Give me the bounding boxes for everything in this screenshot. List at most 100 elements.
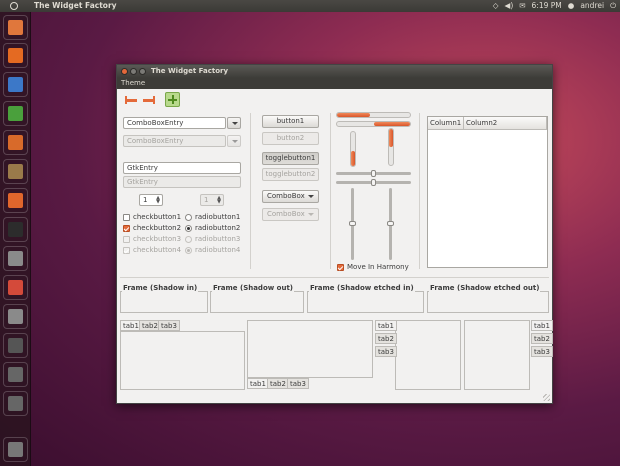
launcher-zoom-in[interactable] xyxy=(3,362,28,387)
tab-bottom-2[interactable]: tab2 xyxy=(267,378,289,389)
combobox-disabled: ComboBox xyxy=(262,208,319,221)
resize-grip[interactable] xyxy=(543,394,550,401)
checkbutton-label: checkbutton1 xyxy=(133,213,182,221)
checkbutton-1[interactable]: checkbutton1 xyxy=(123,213,181,221)
launcher-shotwell[interactable] xyxy=(3,159,28,184)
zoom-fit-icon xyxy=(8,396,23,411)
user-icon[interactable]: ● xyxy=(568,0,575,12)
notebook-right-page xyxy=(464,320,530,390)
launcher xyxy=(0,12,31,466)
slider-knob[interactable] xyxy=(349,221,356,226)
mail-icon[interactable]: ✉ xyxy=(519,0,525,12)
hscale-1[interactable] xyxy=(336,170,411,177)
move-in-harmony-label: Move In Harmony xyxy=(347,263,409,271)
hscale-2[interactable] xyxy=(336,179,411,186)
checkbox xyxy=(123,246,130,254)
clock[interactable]: 6:19 PM xyxy=(532,0,562,12)
power-icon[interactable]: ⏻ xyxy=(610,0,616,12)
togglebutton2-disabled: togglebutton2 xyxy=(262,168,319,181)
goto-last-icon[interactable] xyxy=(143,96,155,104)
ubuntu-logo-icon[interactable] xyxy=(10,2,18,10)
separator xyxy=(120,277,549,278)
combobox-entry[interactable]: ComboBoxEntry xyxy=(123,117,226,129)
column-header-2[interactable]: Column2 xyxy=(464,117,547,130)
move-in-harmony-checkbox[interactable] xyxy=(337,263,344,271)
tab-right-3[interactable]: tab3 xyxy=(531,346,553,357)
vscale-2[interactable] xyxy=(387,188,394,260)
checkbox[interactable] xyxy=(123,224,130,232)
slider-knob[interactable] xyxy=(371,170,376,177)
goto-first-icon[interactable] xyxy=(125,96,137,104)
volume-icon[interactable]: ◀) xyxy=(505,0,514,12)
checkbox[interactable] xyxy=(123,213,130,221)
checkbutton-4: checkbutton4 xyxy=(123,246,181,254)
tab-right-2[interactable]: tab2 xyxy=(531,333,553,344)
radiobutton-2[interactable]: radiobutton2 xyxy=(185,224,240,232)
network-icon[interactable]: ◇ xyxy=(493,0,499,12)
spin-button[interactable]: 1 ▲ ▼ xyxy=(139,194,163,206)
top-panel: The Widget Factory ◇ ◀) ✉ 6:19 PM ● andr… xyxy=(0,0,620,12)
window-titlebar[interactable]: The Widget Factory xyxy=(117,65,552,78)
tab-top-3[interactable]: tab3 xyxy=(158,320,180,331)
radiobutton-1[interactable]: radiobutton1 xyxy=(185,213,240,221)
add-icon[interactable] xyxy=(165,92,180,107)
launcher-workspace-switcher[interactable] xyxy=(3,333,28,358)
progress-fill xyxy=(389,129,393,147)
move-in-harmony-check[interactable]: Move In Harmony xyxy=(337,263,409,271)
launcher-help[interactable] xyxy=(3,304,28,329)
user-name[interactable]: andrei xyxy=(580,0,604,12)
launcher-ubuntu-software-center[interactable] xyxy=(3,188,28,213)
libreoffice-calc-icon xyxy=(8,106,23,121)
close-button[interactable] xyxy=(121,68,128,75)
slider-knob[interactable] xyxy=(387,221,394,226)
tab-left-2[interactable]: tab2 xyxy=(375,333,397,344)
spin-button-disabled: 1 ▲ ▼ xyxy=(200,194,224,206)
progress-fill xyxy=(351,150,355,166)
spin-value-disabled: 1 xyxy=(204,196,209,204)
launcher-zoom-fit[interactable] xyxy=(3,391,28,416)
checkbox xyxy=(123,235,130,243)
radio[interactable] xyxy=(185,213,192,221)
column-header-1[interactable]: Column1 xyxy=(428,117,464,130)
combobox-entry-disabled: ComboBoxEntry xyxy=(123,135,226,147)
launcher-firefox[interactable] xyxy=(3,43,28,68)
radio[interactable] xyxy=(185,224,192,232)
zoom-in-icon xyxy=(8,367,23,382)
spin-arrows-icon[interactable]: ▲ ▼ xyxy=(156,196,160,205)
minimize-button[interactable] xyxy=(130,68,137,75)
launcher-trash[interactable] xyxy=(3,437,28,462)
tab-bottom-3[interactable]: tab3 xyxy=(287,378,309,389)
button1[interactable]: button1 xyxy=(262,115,319,128)
widget-factory-window: The Widget Factory Theme ComboBoxEntry C… xyxy=(116,64,553,404)
gtk-entry[interactable]: GtkEntry xyxy=(123,162,241,174)
slider-knob[interactable] xyxy=(371,179,376,186)
radio xyxy=(185,246,192,254)
togglebutton1[interactable]: togglebutton1 xyxy=(262,152,319,165)
vscale-1[interactable] xyxy=(349,188,356,260)
combobox[interactable]: ComboBox xyxy=(262,190,319,203)
button2-disabled: button2 xyxy=(262,132,319,145)
radiobutton-label: radiobutton1 xyxy=(195,213,241,221)
checkbutton-2[interactable]: checkbutton2 xyxy=(123,224,181,232)
toolbar xyxy=(117,89,552,111)
tab-bottom-1[interactable]: tab1 xyxy=(247,378,269,389)
progress-fill xyxy=(337,113,370,117)
launcher-home-folder[interactable] xyxy=(3,15,28,40)
launcher-libreoffice-writer[interactable] xyxy=(3,72,28,97)
combobox-entry-arrow-icon[interactable] xyxy=(227,117,241,129)
launcher-libreoffice-impress[interactable] xyxy=(3,130,28,155)
launcher-libreoffice-calc[interactable] xyxy=(3,101,28,126)
menu-theme[interactable]: Theme xyxy=(121,79,145,87)
tree-view[interactable]: Column1 Column2 xyxy=(427,116,548,268)
home-folder-icon xyxy=(8,20,23,35)
radiobutton-label: radiobutton3 xyxy=(195,235,241,243)
progress-bar-vertical-2 xyxy=(388,128,394,166)
tab-left-3[interactable]: tab3 xyxy=(375,346,397,357)
launcher-text-editor[interactable] xyxy=(3,246,28,271)
maximize-button[interactable] xyxy=(139,68,146,75)
trash-icon xyxy=(8,442,23,457)
tab-left-1[interactable]: tab1 xyxy=(375,320,397,331)
tab-right-1[interactable]: tab1 xyxy=(531,320,553,331)
launcher-system-settings[interactable] xyxy=(3,275,28,300)
launcher-terminal[interactable] xyxy=(3,217,28,242)
